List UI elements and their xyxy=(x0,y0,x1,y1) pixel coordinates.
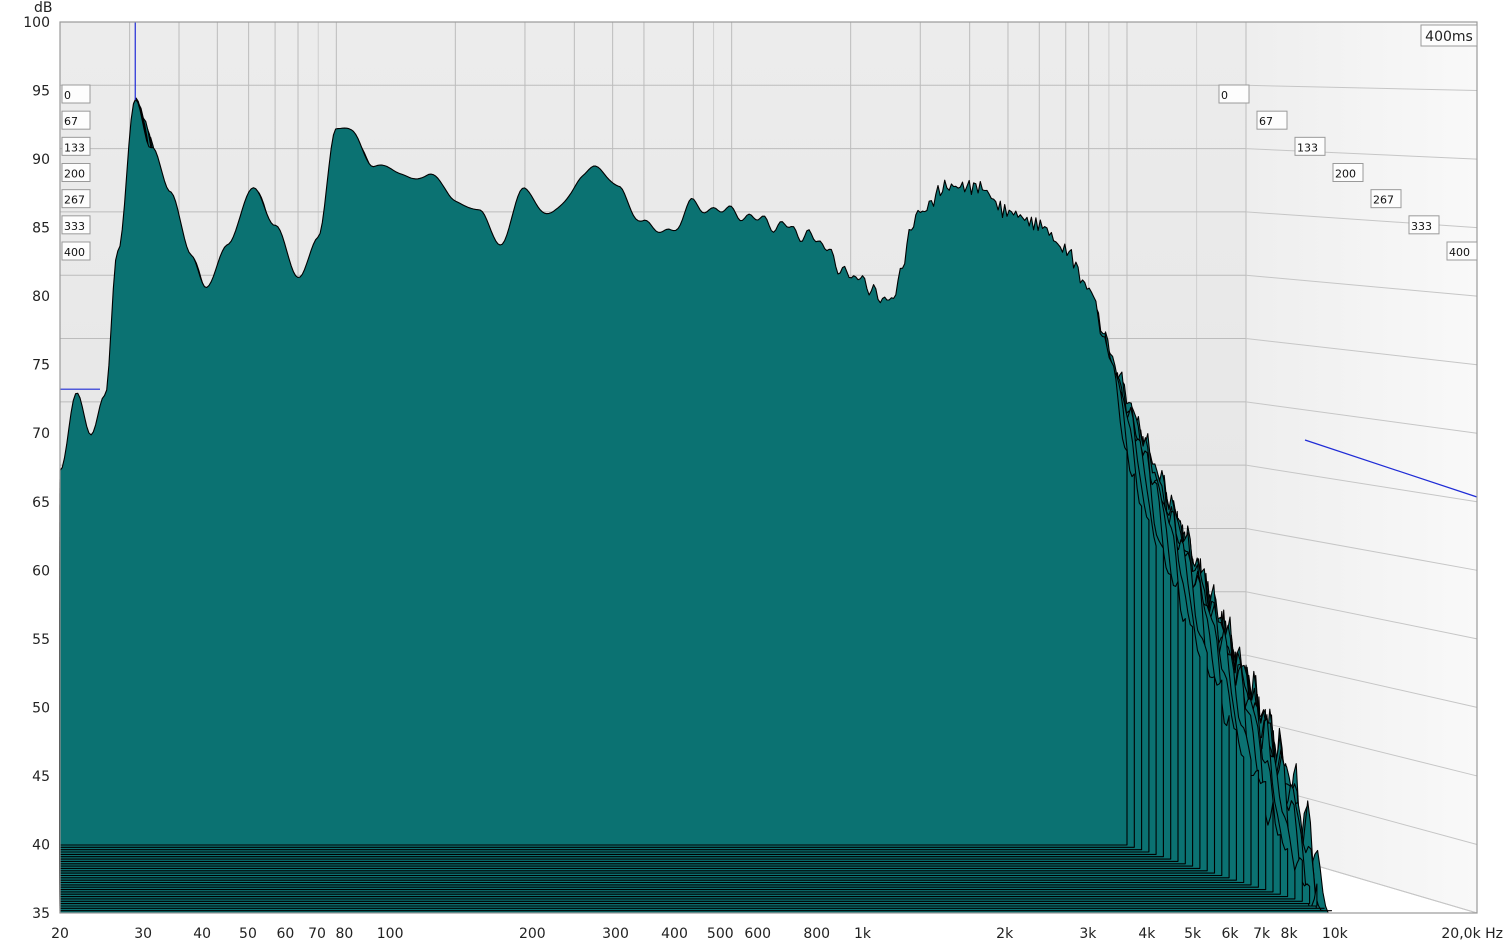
time-tag-left: 67 xyxy=(64,115,78,128)
time-tag-right: 67 xyxy=(1259,115,1273,128)
time-tag-left: 400 xyxy=(64,246,85,259)
time-range-label: 400ms xyxy=(1425,29,1473,45)
y-tick-label: 70 xyxy=(32,426,50,442)
time-tag-right: 0 xyxy=(1221,89,1228,102)
x-tick-label: 300 xyxy=(602,926,629,942)
x-tick-label: 10k xyxy=(1322,926,1349,942)
x-tick-label: 200 xyxy=(519,926,546,942)
x-tick-label: 100 xyxy=(377,926,404,942)
waterfall-chart: 35 40 45 50 55 60 65 70 75 80 85 90 95 100 20 30 40 50 60… xyxy=(0,0,1505,946)
y-tick-label: 95 xyxy=(32,84,50,100)
y-tick-label: 55 xyxy=(32,632,50,648)
x-tick-label: 20 xyxy=(51,926,69,942)
y-unit-label: dB xyxy=(34,0,53,16)
y-tick-label: 60 xyxy=(32,563,50,579)
y-tick-label: 90 xyxy=(32,152,50,168)
time-tag-left: 200 xyxy=(64,168,85,181)
x-tick-label: 50 xyxy=(239,926,257,942)
x-tick-label: 3k xyxy=(1079,926,1097,942)
x-tick-label: 30 xyxy=(134,926,152,942)
time-tag-right: 267 xyxy=(1373,194,1394,207)
y-tick-label: 35 xyxy=(32,906,50,922)
time-tag-left: 0 xyxy=(64,89,71,102)
y-tick-label: 65 xyxy=(32,495,50,511)
time-tag-left: 267 xyxy=(64,194,85,207)
x-tick-label: 4k xyxy=(1138,926,1156,942)
x-tick-label: 400 xyxy=(661,926,688,942)
time-range-badge: 400ms xyxy=(1420,24,1478,47)
x-tick-label: 1k xyxy=(854,926,872,942)
y-tick-label: 100 xyxy=(23,15,50,31)
time-tag-left: 133 xyxy=(64,141,85,154)
time-tag-right: 200 xyxy=(1335,168,1356,181)
time-tag-right: 400 xyxy=(1449,246,1470,259)
x-tick-label: 600 xyxy=(744,926,771,942)
x-tick-label: 5k xyxy=(1184,926,1202,942)
x-tick-label: 7k xyxy=(1253,926,1271,942)
y-tick-label: 85 xyxy=(32,221,50,237)
x-tick-label: 2k xyxy=(996,926,1014,942)
time-tag-left: 333 xyxy=(64,220,85,233)
x-tick-label: 40 xyxy=(193,926,211,942)
y-tick-label: 45 xyxy=(32,769,50,785)
time-tag-right: 133 xyxy=(1297,141,1318,154)
x-tick-label: 8k xyxy=(1281,926,1299,942)
time-tag-right: 333 xyxy=(1411,220,1432,233)
y-tick-label: 40 xyxy=(32,837,50,853)
y-tick-label: 80 xyxy=(32,289,50,305)
time-labels-left: 0 67 133 200 267 333 400 xyxy=(61,84,91,261)
x-tick-label: 800 xyxy=(803,926,830,942)
x-tick-label: 80 xyxy=(335,926,353,942)
y-tick-label: 75 xyxy=(32,358,50,374)
x-tick-label: 20,0k Hz xyxy=(1441,926,1503,942)
x-tick-label: 6k xyxy=(1222,926,1240,942)
y-tick-label: 50 xyxy=(32,700,50,716)
x-tick-label: 60 xyxy=(276,926,294,942)
x-tick-label: 70 xyxy=(308,926,326,942)
x-tick-label: 500 xyxy=(707,926,734,942)
